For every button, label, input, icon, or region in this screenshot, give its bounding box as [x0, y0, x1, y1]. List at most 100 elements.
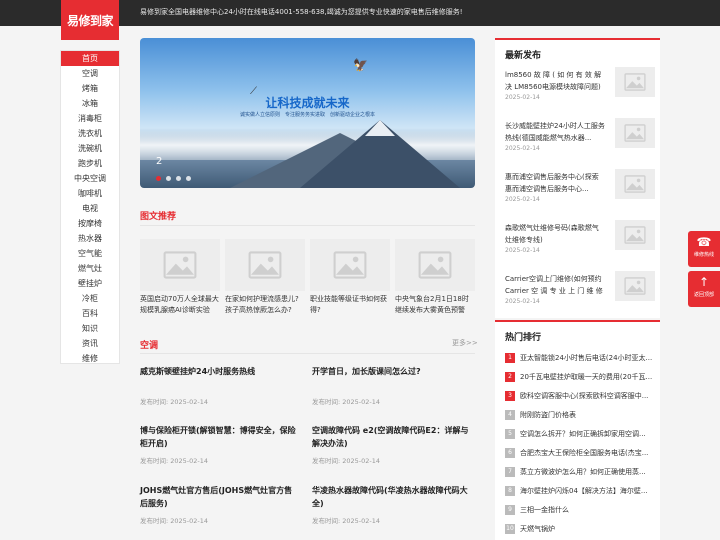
- ranking-item[interactable]: 10 天燃气锅炉: [505, 522, 655, 536]
- nav-item[interactable]: 空气能: [61, 246, 119, 261]
- top-message: 易修到家全国电器维修中心24小时在线电话4001-558-638,竭诚为您提供专…: [140, 8, 463, 16]
- banner-dot[interactable]: [186, 176, 191, 181]
- nav-item[interactable]: 中央空调: [61, 171, 119, 186]
- news-title[interactable]: 华凌热水器故障代码(华凌热水器故障代码大全): [312, 484, 472, 510]
- latest-title[interactable]: lm8560 故 障 ( 如 何 有 效 解 决 LM8560电源模块故障问题): [505, 69, 605, 93]
- nav-item[interactable]: 消毒柜: [61, 111, 119, 126]
- rank-number: 1: [505, 353, 515, 363]
- nav-item[interactable]: 百科: [61, 306, 119, 321]
- more-link[interactable]: 更多>>: [452, 338, 478, 348]
- nav-item[interactable]: 知识: [61, 321, 119, 336]
- nav-item[interactable]: 冷柜: [61, 291, 119, 306]
- ranking-title[interactable]: 海尔壁挂炉闪烁04【解决方法】海尔壁...: [520, 486, 648, 496]
- ranking-item[interactable]: 9 三相一金指什么: [505, 503, 655, 517]
- nav-item[interactable]: 洗衣机: [61, 126, 119, 141]
- news-title[interactable]: 威克斯顿壁挂炉24小时服务热线: [140, 365, 300, 378]
- ranking-title[interactable]: 附刚防盗门价格表: [520, 410, 576, 420]
- rank-number: 3: [505, 391, 515, 401]
- image-placeholder-icon: [615, 118, 655, 148]
- image-placeholder-icon: [225, 239, 305, 291]
- divider: [140, 353, 475, 354]
- image-placeholder-icon: [615, 67, 655, 97]
- nav-item[interactable]: 按摩椅: [61, 216, 119, 231]
- rank-number: 2: [505, 372, 515, 382]
- nav-item[interactable]: 电视: [61, 201, 119, 216]
- nav-item[interactable]: 燃气灶: [61, 261, 119, 276]
- news-item[interactable]: 威克斯顿壁挂炉24小时服务热线发布时间: 2025-02-14: [140, 365, 300, 406]
- news-title[interactable]: 博与保险柜开锁(解锁智慧：博得安全，保险柜开启): [140, 424, 300, 450]
- nav-item[interactable]: 跑步机: [61, 156, 119, 171]
- eagle-icon: 🦅: [353, 58, 368, 72]
- hero-banner[interactable]: 让科技成就未来 诚实做人立信原则 专注服务务实进取 创新驱动企业之根本 🦅 ⟋ …: [140, 38, 475, 188]
- ranking-panel: 热门排行 1 亚太智能锁24小时售后电话(24小时亚太... 2 20千瓦电壁挂炉取暖…: [495, 320, 660, 540]
- news-item[interactable]: 空调故障代码 e2(空调故障代码E2：详解与解决办法) 发布时间: 2025-02…: [312, 424, 472, 465]
- banner-dot[interactable]: [166, 176, 171, 181]
- top-label: 返回顶部: [693, 292, 714, 298]
- featured-card[interactable]: 英国启动70万人全球最大规模乳腺癌AI诊断实验: [140, 239, 220, 316]
- news-item[interactable]: 开学首日，加长版课间怎么过? 发布时间: 2025-02-14: [312, 365, 472, 406]
- news-date: 发布时间: 2025-02-14: [140, 517, 209, 525]
- ranking-item[interactable]: 2 20千瓦电壁挂炉取暖一天的费用(20千瓦...: [505, 370, 655, 384]
- site-logo[interactable]: 易修到家: [61, 0, 119, 40]
- news-title[interactable]: JOHS燃气灶官方售后(JOHS燃气灶官方售后服务): [140, 484, 300, 510]
- aircon-heading[interactable]: 空调: [140, 338, 158, 351]
- ranking-item[interactable]: 5 空调怎么拆开？如何正确拆卸家用空调...: [505, 427, 655, 441]
- ranking-item[interactable]: 6 合肥杰宝大王保险柜全国服务电话(杰宝...: [505, 446, 655, 460]
- nav-item[interactable]: 壁挂炉: [61, 276, 119, 291]
- featured-card[interactable]: 在家如何护理流感患儿?孩子高热惊厥怎么办?: [225, 239, 305, 316]
- news-item[interactable]: JOHS燃气灶官方售后(JOHS燃气灶官方售后服务) 发布时间: 2025-02-…: [140, 484, 300, 525]
- featured-caption: 英国启动70万人全球最大规模乳腺癌AI诊断实验: [140, 295, 219, 314]
- ranking-item[interactable]: 1 亚太智能锁24小时售后电话(24小时亚太...: [505, 351, 655, 365]
- ranking-heading: 热门排行: [505, 333, 542, 343]
- ranking-item[interactable]: 7 蒸立方微波炉怎么用？如何正确使用蒸...: [505, 465, 655, 479]
- rank-number: 9: [505, 505, 515, 515]
- nav-item[interactable]: 烤箱: [61, 81, 119, 96]
- latest-title[interactable]: 长沙威能壁挂炉24小时人工服务热线(德国威能燃气热水器...: [505, 120, 605, 144]
- image-placeholder-icon: [615, 220, 655, 250]
- ranking-title[interactable]: 空调怎么拆开？如何正确拆卸家用空调...: [520, 429, 646, 439]
- ranking-title[interactable]: 20千瓦电壁挂炉取暖一天的费用(20千瓦...: [520, 372, 652, 382]
- back-to-top-button[interactable]: ↑ 返回顶部: [688, 271, 720, 307]
- ranking-title[interactable]: 合肥杰宝大王保险柜全国服务电话(杰宝...: [520, 448, 648, 458]
- latest-date: 2025-02-14: [505, 145, 540, 152]
- featured-caption: 在家如何护理流感患儿?孩子高热惊厥怎么办?: [225, 295, 299, 314]
- ranking-title[interactable]: 亚太智能锁24小时售后电话(24小时亚太...: [520, 353, 652, 363]
- featured-card[interactable]: 职业技能等级证书如何获得?: [310, 239, 390, 316]
- hotline-button[interactable]: ☎ 维修热线: [688, 231, 720, 267]
- latest-title[interactable]: Carrier空调上门维修(如何预约Carrier 空 调 专 业 上 门 维 …: [505, 273, 605, 297]
- news-date: 发布时间: 2025-02-14: [140, 398, 209, 406]
- divider: [140, 225, 475, 226]
- news-item[interactable]: 博与保险柜开锁(解锁智慧：博得安全，保险柜开启) 发布时间: 2025-02-14: [140, 424, 300, 465]
- news-title[interactable]: 空调故障代码 e2(空调故障代码E2：详解与解决办法): [312, 424, 472, 450]
- rank-number: 4: [505, 410, 515, 420]
- ranking-item[interactable]: 3 欧科空调客服中心(探索欧科空调客服中...: [505, 389, 655, 403]
- latest-title[interactable]: 森歌燃气灶维修号码(森歌燃气灶维修专线): [505, 222, 605, 246]
- nav-item[interactable]: 首页: [61, 51, 119, 66]
- ranking-title[interactable]: 蒸立方微波炉怎么用？如何正确使用蒸...: [520, 467, 646, 477]
- news-date: 发布时间: 2025-02-14: [312, 398, 381, 406]
- ranking-item[interactable]: 8 海尔壁挂炉闪烁04【解决方法】海尔壁...: [505, 484, 655, 498]
- nav-item[interactable]: 洗碗机: [61, 141, 119, 156]
- nav-item[interactable]: 热水器: [61, 231, 119, 246]
- ranking-item[interactable]: 4 附刚防盗门价格表: [505, 408, 655, 422]
- nav-item[interactable]: 资讯: [61, 336, 119, 351]
- banner-dot[interactable]: [176, 176, 181, 181]
- rank-number: 6: [505, 448, 515, 458]
- rank-number: 8: [505, 486, 515, 496]
- featured-card[interactable]: 中央气象台2月1日18时继续发布大雾黄色预警: [395, 239, 475, 316]
- latest-title[interactable]: 惠而浦空调售后服务中心(探索惠而浦空调售后服务中心...: [505, 171, 605, 195]
- nav-item[interactable]: 空调: [61, 66, 119, 81]
- news-item[interactable]: 华凌热水器故障代码(华凌热水器故障代码大全) 发布时间: 2025-02-14: [312, 484, 472, 525]
- ranking-title[interactable]: 天燃气锅炉: [520, 524, 555, 534]
- nav-item[interactable]: 咖啡机: [61, 186, 119, 201]
- ranking-title[interactable]: 欧科空调客服中心(探索欧科空调客服中...: [520, 391, 648, 401]
- image-placeholder-icon: [395, 239, 475, 291]
- nav-item[interactable]: 维修: [61, 351, 119, 366]
- ranking-title[interactable]: 三相一金指什么: [520, 505, 569, 515]
- banner-dots: [156, 176, 191, 181]
- nav-item[interactable]: 冰箱: [61, 96, 119, 111]
- bird-icon: ⟋: [250, 86, 257, 97]
- banner-dot[interactable]: [156, 176, 161, 181]
- banner-title: 让科技成就未来: [265, 96, 350, 110]
- news-title[interactable]: 开学首日，加长版课间怎么过?: [312, 365, 472, 378]
